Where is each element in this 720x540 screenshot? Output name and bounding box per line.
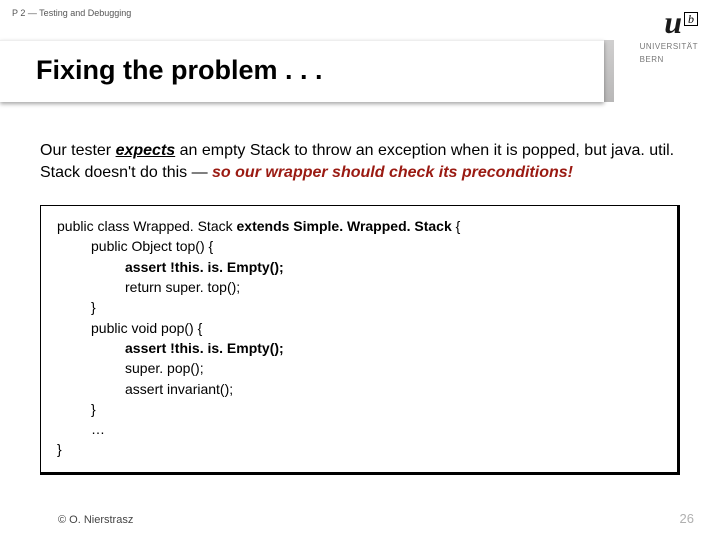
code-line: public class Wrapped. Stack extends Simp… (57, 216, 661, 236)
page-title: Fixing the problem . . . (0, 41, 604, 86)
copyright: © O. Nierstrasz (58, 514, 133, 526)
code-line: public void pop() { (57, 318, 661, 338)
code-frag: public class Wrapped. Stack (57, 218, 237, 234)
code-line: return super. top(); (57, 277, 661, 297)
code-bold: assert !this. is. Empty(); (125, 340, 284, 356)
code-line: } (57, 297, 661, 317)
code-box: public class Wrapped. Stack extends Simp… (40, 205, 680, 475)
code-line: … (57, 419, 661, 439)
lead-em: expects (116, 142, 176, 159)
slide-content: Our tester expects an empty Stack to thr… (40, 140, 680, 475)
university-logo: u b UNIVERSITÄT BERN (640, 6, 698, 64)
code-line: } (57, 439, 661, 459)
title-bar: Fixing the problem . . . (0, 40, 604, 102)
code-bold: extends Simple. Wrapped. Stack (237, 218, 452, 234)
code-bold: assert !this. is. Empty(); (125, 259, 284, 275)
lead-tail: so our wrapper should check its precondi… (212, 164, 573, 181)
logo-line2: BERN (640, 55, 698, 64)
code-frag: { (452, 218, 461, 234)
code-line: public Object top() { (57, 236, 661, 256)
breadcrumb: P 2 — Testing and Debugging (12, 8, 131, 18)
logo-b-box: b (684, 12, 698, 26)
code-line: assert !this. is. Empty(); (57, 338, 661, 358)
lead-paragraph: Our tester expects an empty Stack to thr… (40, 140, 680, 183)
code-line: } (57, 399, 661, 419)
lead-part1: Our tester (40, 142, 116, 159)
code-line: assert !this. is. Empty(); (57, 257, 661, 277)
logo-u-glyph: u (664, 6, 682, 38)
logo-line1: UNIVERSITÄT (640, 42, 698, 51)
title-decor (604, 40, 614, 102)
page-number: 26 (680, 511, 694, 526)
code-line: assert invariant(); (57, 379, 661, 399)
code-line: super. pop(); (57, 358, 661, 378)
